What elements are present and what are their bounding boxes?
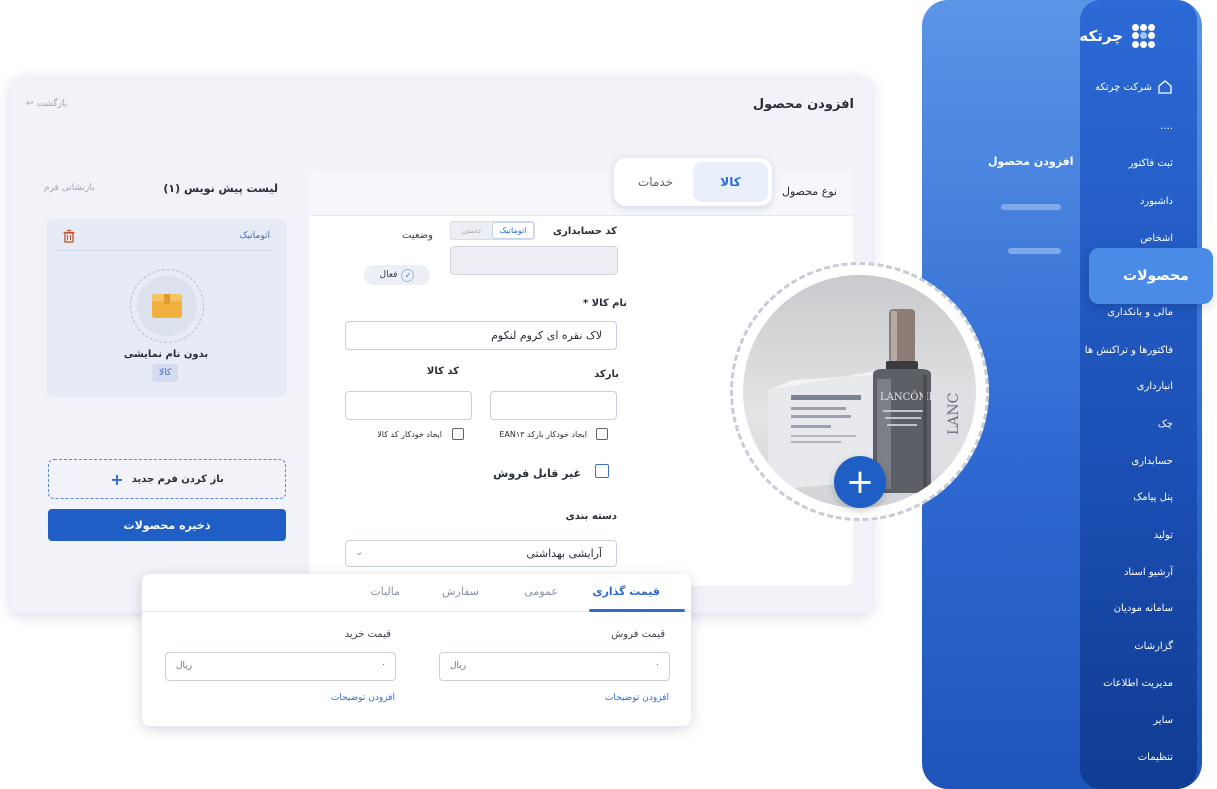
add-image-button[interactable]: + (834, 456, 886, 508)
buy-price-value: ۰ (381, 660, 386, 670)
chevron-down-icon: ⌄ (355, 547, 364, 558)
nav-placeholder-bar (1001, 204, 1061, 210)
category-label: دسته بندی (565, 511, 617, 522)
product-name-label: نام کالا * (582, 298, 627, 309)
barcode-input[interactable] (490, 391, 617, 420)
open-form-label: باز کردن فرم جدید (131, 473, 224, 485)
sidebar: چرتکه شرکت چرتکه .... ثبت فاکتور داشبورد… (1079, 0, 1197, 789)
brand-logo-icon (1131, 24, 1155, 48)
sidebar-item-data-management[interactable]: مدیریت اطلاعات (1103, 678, 1173, 689)
accounting-code-field[interactable] (450, 246, 618, 275)
status-label: وضعیت (402, 230, 433, 241)
box-icon (152, 294, 182, 318)
draft-mode-label: اتوماتیک (239, 231, 271, 241)
page-title: افزودن محصول (752, 97, 854, 112)
draft-list-title: لیست پیش نویس (۱) (163, 182, 278, 195)
reset-form-button[interactable]: بازنشانی فرم (44, 183, 95, 193)
divider (56, 250, 272, 251)
home-icon (1158, 80, 1172, 94)
item-code-label: کد کالا (426, 366, 459, 377)
sell-price-input[interactable]: ریال ۰ (439, 652, 670, 681)
brand-name: چرتکه (1079, 27, 1123, 45)
sidebar-item-persons[interactable]: اشخاص (1140, 233, 1173, 244)
check-icon: ✓ (401, 268, 415, 282)
auto-barcode-checkbox[interactable] (596, 428, 608, 440)
sell-add-description-link[interactable]: افزودن توضیحات (605, 693, 669, 703)
company-name: شرکت چرتکه (1094, 81, 1152, 93)
plus-icon: + (845, 462, 875, 502)
back-arrow-icon: ↩ (26, 99, 34, 109)
sidebar-item-invoice[interactable]: ثبت فاکتور (1129, 158, 1173, 169)
back-label: بازگشت (36, 99, 68, 109)
code-mode-toggle[interactable]: اتوماتیک دستی (450, 221, 535, 240)
status-value: فعال (379, 270, 398, 280)
form-header: نوع محصول کالا خدمات (309, 158, 853, 216)
draft-display-name: بدون نام نمایشی (123, 349, 209, 360)
sidebar-item-finance[interactable]: مالی و بانکداری (1107, 307, 1173, 318)
company-selector[interactable]: شرکت چرتکه (1095, 79, 1173, 95)
status-toggle[interactable]: ✓ فعال (364, 265, 430, 285)
product-name-input[interactable]: لاک نقره ای کروم لنکوم (345, 321, 617, 350)
sidebar-item-production[interactable]: تولید (1154, 530, 1173, 541)
sidebar-item-settings[interactable]: تنظیمات (1138, 752, 1173, 763)
sidebar-item-warehouse[interactable]: انبارداری (1137, 381, 1173, 392)
buy-currency: ریال (176, 661, 193, 671)
sidebar-item-invoices-transactions[interactable]: فاکتورها و تراکنش ها (1085, 345, 1173, 356)
tab-pricing[interactable]: قیمت گذاری (593, 585, 660, 598)
auto-item-code-label: ایجاد خودکار کد کالا (377, 430, 442, 439)
product-type-label: نوع محصول (781, 185, 837, 198)
sidebar-item-reports[interactable]: گزارشات (1134, 641, 1173, 652)
sidebar-item-products[interactable]: محصولات (1089, 248, 1213, 304)
barcode-label: بارکد (594, 369, 619, 380)
plus-icon: + (110, 469, 124, 489)
trash-icon[interactable] (62, 229, 76, 243)
auto-barcode-label: ایجاد خودکار بارکد EAN۱۳ (499, 430, 587, 439)
sidebar-item-cheque[interactable]: چک (1158, 419, 1173, 430)
buy-add-description-link[interactable]: افزودن توضیحات (331, 693, 395, 703)
sidebar-item-dashboard[interactable]: داشبورد (1140, 196, 1173, 207)
category-value: آرایشی بهداشتی (526, 547, 602, 560)
sidebar-ellipsis: .... (1160, 121, 1173, 132)
draft-avatar (130, 269, 204, 343)
nav-submenu-title[interactable]: افزودن محصول (988, 155, 1074, 168)
draft-item-card[interactable]: اتوماتیک بدون نام نمایشی کالا (46, 219, 286, 397)
type-option-services[interactable]: خدمات (618, 162, 693, 202)
tab-order[interactable]: سفارش (442, 585, 479, 598)
back-button[interactable]: بازگشت ↩ (26, 99, 67, 109)
auto-item-code-checkbox[interactable] (452, 428, 464, 440)
type-option-goods[interactable]: کالا (693, 162, 768, 202)
sell-price-label: قیمت فروش (611, 629, 665, 640)
sell-price-value: ۰ (655, 660, 660, 670)
bottle-brand-text: LANCÔME (880, 391, 936, 403)
draft-list-panel: لیست پیش نویس (۱) بازنشانی فرم اتوماتیک … (36, 167, 286, 543)
not-for-sale-label: غیر قابل فروش (493, 467, 581, 480)
code-mode-manual[interactable]: دستی (451, 222, 492, 239)
pricing-card: قیمت گذاری عمومی سفارش مالیات قیمت فروش … (142, 574, 691, 726)
sidebar-item-archive[interactable]: آرشیو اسناد (1124, 567, 1173, 578)
pricing-tabs: قیمت گذاری عمومی سفارش مالیات (142, 574, 691, 612)
not-for-sale-checkbox[interactable] (595, 464, 609, 478)
sidebar-item-sms[interactable]: پنل پیامک (1133, 492, 1173, 503)
sidebar-item-accounting[interactable]: حسابداری (1131, 456, 1173, 467)
sidebar-item-other[interactable]: سایر (1153, 715, 1173, 726)
draft-type-badge: کالا (152, 364, 179, 382)
sidebar-item-tax-system[interactable]: سامانه مودیان (1114, 603, 1173, 614)
save-products-button[interactable]: ذخیره محصولات (48, 509, 286, 541)
code-mode-auto[interactable]: اتوماتیک (491, 222, 534, 239)
sell-currency: ریال (450, 661, 467, 671)
nav-placeholder-bar (1008, 248, 1061, 254)
active-tab-indicator (589, 609, 685, 612)
brand[interactable]: چرتکه (1079, 24, 1155, 48)
svg-text:LANC: LANC (946, 393, 962, 435)
product-name-value: لاک نقره ای کروم لنکوم (491, 329, 602, 342)
tab-tax[interactable]: مالیات (370, 585, 400, 598)
accounting-code-label: کد حسابداری (552, 226, 617, 237)
category-select[interactable]: آرایشی بهداشتی ⌄ (345, 540, 617, 567)
buy-price-label: قیمت خرید (344, 629, 391, 640)
open-new-form-button[interactable]: باز کردن فرم جدید + (48, 459, 286, 499)
item-code-input[interactable] (345, 391, 472, 420)
buy-price-input[interactable]: ریال ۰ (165, 652, 396, 681)
tab-general[interactable]: عمومی (524, 585, 558, 598)
product-type-toggle[interactable]: کالا خدمات (614, 158, 772, 206)
